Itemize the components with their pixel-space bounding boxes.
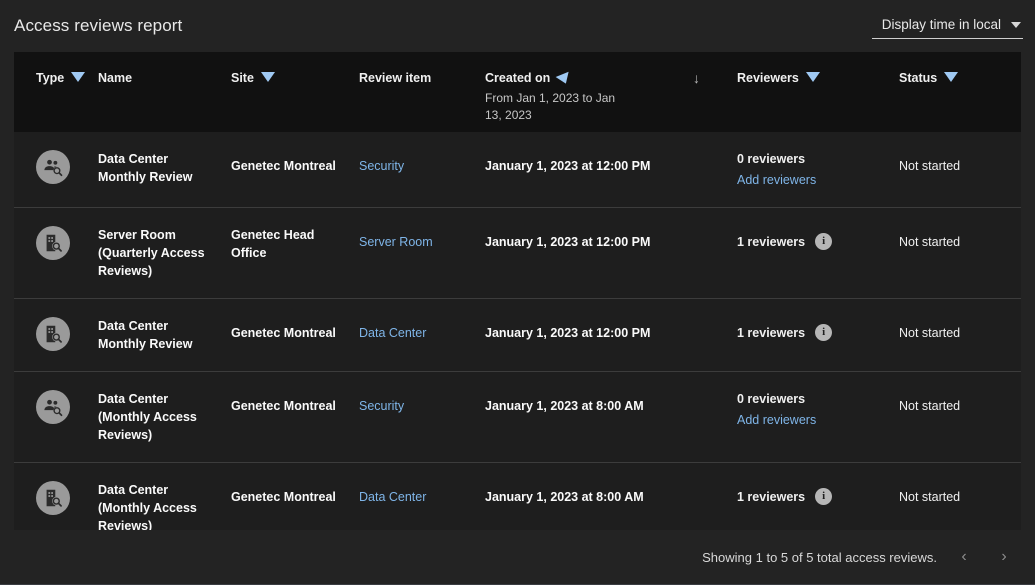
filter-funnel-icon[interactable] — [806, 72, 820, 82]
column-header-type-label: Type — [36, 71, 64, 85]
row-name-cell: Data Center Monthly Review — [98, 299, 231, 371]
row-reviewers-count: 0 reviewers — [737, 150, 805, 168]
row-spacer-cell — [693, 372, 737, 439]
column-header-sort[interactable]: ↓ — [693, 52, 737, 85]
row-status-cell: Not started — [899, 372, 1021, 439]
column-header-created-on-range: From Jan 1, 2023 to Jan 13, 2023 — [485, 90, 617, 124]
row-spacer-cell — [693, 208, 737, 275]
row-status-cell: Not started — [899, 299, 1021, 366]
filter-funnel-icon[interactable] — [71, 72, 85, 82]
row-reviewers-count: 1 reviewers — [737, 488, 805, 506]
table-header-row: Type Name Site Review item Created on — [14, 52, 1021, 132]
row-reviewers-count: 1 reviewers — [737, 324, 805, 342]
row-created-on-cell: January 1, 2023 at 12:00 PM — [485, 132, 693, 199]
row-type-cell — [14, 463, 98, 530]
column-header-status-label: Status — [899, 71, 937, 85]
row-reviewers-cell: 1 reviewers i — [737, 463, 899, 530]
column-header-status[interactable]: Status — [899, 52, 1021, 85]
area-review-icon — [36, 317, 70, 351]
display-time-select-label: Display time in local — [882, 17, 1001, 32]
display-time-select[interactable]: Display time in local — [872, 13, 1023, 39]
access-reviews-report-page: Access reviews report Display time in lo… — [0, 0, 1035, 585]
row-review-item-link[interactable]: Security — [359, 132, 485, 199]
row-created-on-cell: January 1, 2023 at 12:00 PM — [485, 299, 693, 366]
row-review-item-link[interactable]: Data Center — [359, 299, 485, 366]
row-status-cell: Not started — [899, 208, 1021, 275]
row-name-cell: Data Center (Monthly Access Reviews) — [98, 463, 231, 530]
pagination-summary: Showing 1 to 5 of 5 total access reviews… — [702, 550, 937, 565]
row-site-cell: Genetec Montreal — [231, 463, 359, 530]
page-header: Access reviews report Display time in lo… — [0, 0, 1035, 52]
row-reviewers-cell: 0 reviewers Add reviewers — [737, 132, 899, 207]
info-icon[interactable]: i — [815, 488, 832, 505]
column-header-reviewers[interactable]: Reviewers — [737, 52, 899, 85]
pagination-bar: Showing 1 to 5 of 5 total access reviews… — [0, 530, 1035, 584]
page-title: Access reviews report — [14, 16, 182, 36]
column-header-name[interactable]: Name — [98, 52, 231, 85]
row-reviewers-cell: 1 reviewers i — [737, 299, 899, 366]
row-site-cell: Genetec Montreal — [231, 132, 359, 199]
row-site-cell: Genetec Montreal — [231, 372, 359, 439]
row-site-cell: Genetec Montreal — [231, 299, 359, 366]
row-type-cell — [14, 208, 98, 278]
row-reviewers-count: 0 reviewers — [737, 390, 805, 408]
row-spacer-cell — [693, 132, 737, 199]
row-spacer-cell — [693, 463, 737, 530]
row-created-on-cell: January 1, 2023 at 8:00 AM — [485, 372, 693, 439]
column-header-created-on[interactable]: Created on From Jan 1, 2023 to Jan 13, 2… — [485, 52, 693, 124]
row-spacer-cell — [693, 299, 737, 366]
table-row[interactable]: Data Center Monthly Review Genetec Montr… — [14, 298, 1021, 371]
row-review-item-link[interactable]: Security — [359, 372, 485, 439]
column-header-site[interactable]: Site — [231, 52, 359, 85]
sort-descending-arrow-icon[interactable]: ↓ — [693, 71, 700, 85]
column-header-type[interactable]: Type — [14, 52, 98, 85]
row-status-cell: Not started — [899, 463, 1021, 530]
table-body: Data Center Monthly Review Genetec Montr… — [14, 132, 1021, 530]
cardholder-group-review-icon — [36, 390, 70, 424]
area-review-icon — [36, 481, 70, 515]
filter-funnel-active-icon[interactable] — [556, 72, 573, 87]
row-review-item-link[interactable]: Data Center — [359, 463, 485, 530]
chevron-right-icon[interactable]: › — [991, 544, 1017, 570]
row-name-cell: Data Center (Monthly Access Reviews) — [98, 372, 231, 462]
info-icon[interactable]: i — [815, 324, 832, 341]
column-header-site-label: Site — [231, 71, 254, 85]
cardholder-group-review-icon — [36, 150, 70, 184]
column-header-review-item-label: Review item — [359, 71, 431, 85]
column-header-reviewers-label: Reviewers — [737, 71, 799, 85]
row-reviewers-count: 1 reviewers — [737, 233, 805, 251]
row-status-cell: Not started — [899, 132, 1021, 199]
table-row[interactable]: Data Center Monthly Review Genetec Montr… — [14, 132, 1021, 207]
row-created-on-cell: January 1, 2023 at 8:00 AM — [485, 463, 693, 530]
row-type-cell — [14, 372, 98, 442]
chevron-left-icon[interactable]: ‹ — [951, 544, 977, 570]
filter-funnel-icon[interactable] — [944, 72, 958, 82]
row-created-on-cell: January 1, 2023 at 12:00 PM — [485, 208, 693, 275]
column-header-name-label: Name — [98, 71, 132, 85]
row-name-cell: Data Center Monthly Review — [98, 132, 231, 204]
row-site-cell: Genetec Head Office — [231, 208, 359, 280]
area-review-icon — [36, 226, 70, 260]
row-reviewers-cell: 1 reviewers i — [737, 208, 899, 275]
column-header-review-item[interactable]: Review item — [359, 52, 485, 85]
access-reviews-table: Type Name Site Review item Created on — [14, 52, 1021, 530]
row-review-item-link[interactable]: Server Room — [359, 208, 485, 275]
add-reviewers-link[interactable]: Add reviewers — [737, 411, 816, 429]
table-row[interactable]: Server Room (Quarterly Access Reviews) G… — [14, 207, 1021, 298]
add-reviewers-link[interactable]: Add reviewers — [737, 171, 816, 189]
table-row[interactable]: Data Center (Monthly Access Reviews) Gen… — [14, 462, 1021, 530]
row-type-cell — [14, 132, 98, 202]
info-icon[interactable]: i — [815, 233, 832, 250]
table-row[interactable]: Data Center (Monthly Access Reviews) Gen… — [14, 371, 1021, 462]
column-header-created-on-label: Created on — [485, 71, 550, 85]
row-type-cell — [14, 299, 98, 369]
filter-funnel-icon[interactable] — [261, 72, 275, 82]
row-reviewers-cell: 0 reviewers Add reviewers — [737, 372, 899, 447]
row-name-cell: Server Room (Quarterly Access Reviews) — [98, 208, 231, 298]
chevron-down-icon — [1011, 22, 1021, 28]
